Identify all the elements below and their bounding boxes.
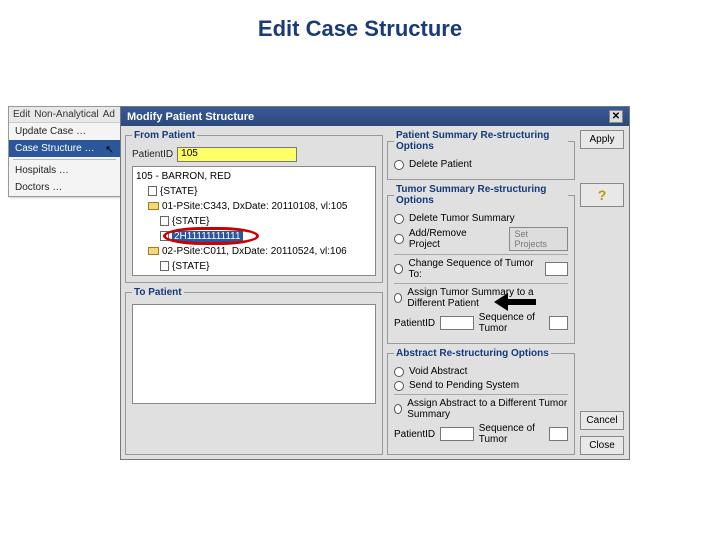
radio-send-pending[interactable]	[394, 381, 404, 391]
menu-item-hospitals[interactable]: Hospitals …	[9, 162, 120, 179]
tumor-options-legend: Tumor Summary Re-structuring Options	[394, 184, 568, 206]
radio-assign-abstract[interactable]	[394, 404, 402, 414]
separator	[394, 254, 568, 255]
from-patient-group: From Patient PatientID 105 105 - BARRON,…	[125, 130, 383, 283]
void-abstract-label: Void Abstract	[409, 366, 467, 377]
close-icon[interactable]: ✕	[609, 110, 623, 123]
radio-change-seq[interactable]	[394, 264, 403, 274]
folder-icon	[148, 247, 159, 255]
radio-assign-tumor[interactable]	[394, 293, 402, 303]
menu-bar-edit[interactable]: Edit	[13, 109, 30, 120]
tree-highlight[interactable]: 2H11111111111	[172, 231, 243, 242]
page-title: Edit Case Structure	[0, 0, 720, 50]
help-button[interactable]: ?	[580, 183, 624, 207]
menu-bar-ad[interactable]: Ad	[103, 109, 115, 120]
to-patient-group: To Patient	[125, 287, 383, 455]
assign-tumor-label: Assign Tumor Summary to a Different Pati…	[407, 287, 568, 309]
send-pending-label: Send to Pending System	[409, 380, 519, 391]
tumor-options-group: Tumor Summary Re-structuring Options Del…	[387, 184, 575, 344]
tree-state2[interactable]: {STATE}	[172, 216, 209, 227]
document-icon	[148, 186, 157, 196]
abstract-options-group: Abstract Re-structuring Options Void Abs…	[387, 348, 575, 455]
radio-add-remove-project[interactable]	[394, 234, 404, 244]
folder-icon	[148, 202, 159, 210]
change-seq-label: Change Sequence of Tumor To:	[408, 258, 540, 280]
change-seq-input[interactable]	[545, 262, 568, 276]
tree-root[interactable]: 105 - BARRON, RED	[136, 169, 372, 184]
to-patient-legend: To Patient	[132, 287, 184, 298]
tree-item1[interactable]: 01-PSite:C343, DxDate: 20110108, vl:105	[162, 201, 348, 212]
cancel-button[interactable]: Cancel	[580, 411, 624, 430]
tumor-patientid-label: PatientID	[394, 318, 435, 329]
tree-state1[interactable]: {STATE}	[160, 186, 197, 197]
menu-item-case-structure[interactable]: Case Structure …	[9, 140, 120, 157]
radio-delete-tumor[interactable]	[394, 214, 404, 224]
dialog-titlebar: Modify Patient Structure ✕	[121, 107, 629, 126]
menu-bar: Edit Non-Analytical Ad	[9, 107, 120, 123]
patient-tree[interactable]: 105 - BARRON, RED {STATE} 01-PSite:C343,…	[132, 166, 376, 276]
abstract-patientid-label: PatientID	[394, 429, 435, 440]
abstract-patientid-input[interactable]	[440, 427, 474, 441]
radio-void-abstract[interactable]	[394, 367, 404, 377]
delete-tumor-label: Delete Tumor Summary	[409, 213, 515, 224]
from-patient-legend: From Patient	[132, 130, 197, 141]
tumor-seq-label: Sequence of Tumor	[479, 312, 545, 334]
close-button[interactable]: Close	[580, 436, 624, 455]
cursor-icon: ↖	[105, 143, 114, 156]
to-patient-listbox[interactable]	[132, 304, 376, 404]
dialog-title-text: Modify Patient Structure	[127, 111, 254, 123]
tree-item2[interactable]: 02-PSite:C011, DxDate: 20110524, vl:106	[162, 246, 347, 257]
menu-item-update-case[interactable]: Update Case …	[9, 123, 120, 140]
modify-patient-dialog: Modify Patient Structure ✕ From Patient …	[120, 106, 630, 460]
abstract-seq-label: Sequence of Tumor	[479, 423, 545, 445]
patient-options-legend: Patient Summary Re-structuring Options	[394, 130, 568, 152]
add-remove-project-label: Add/Remove Project	[409, 228, 499, 250]
abstract-seq-input[interactable]	[549, 427, 568, 441]
tumor-patientid-input[interactable]	[440, 316, 474, 330]
patient-id-label: PatientID	[132, 149, 173, 160]
menu-item-doctors[interactable]: Doctors …	[9, 179, 120, 196]
menu-bar-nonanalytical[interactable]: Non-Analytical	[34, 109, 98, 120]
set-projects-button[interactable]: Set Projects	[509, 227, 568, 251]
separator	[394, 394, 568, 395]
patient-options-group: Patient Summary Re-structuring Options D…	[387, 130, 575, 180]
document-icon	[160, 261, 169, 271]
patient-id-input[interactable]: 105	[177, 147, 297, 162]
document-icon	[160, 231, 169, 241]
document-icon	[160, 216, 169, 226]
menu-separator	[13, 159, 116, 160]
separator	[394, 283, 568, 284]
delete-patient-label: Delete Patient	[409, 159, 472, 170]
tree-state3[interactable]: {STATE}	[172, 261, 209, 272]
radio-delete-patient[interactable]	[394, 160, 404, 170]
apply-button[interactable]: Apply	[580, 130, 624, 149]
assign-abstract-label: Assign Abstract to a Different Tumor Sum…	[407, 398, 568, 420]
tumor-seq-input[interactable]	[549, 316, 568, 330]
abstract-options-legend: Abstract Re-structuring Options	[394, 348, 551, 359]
